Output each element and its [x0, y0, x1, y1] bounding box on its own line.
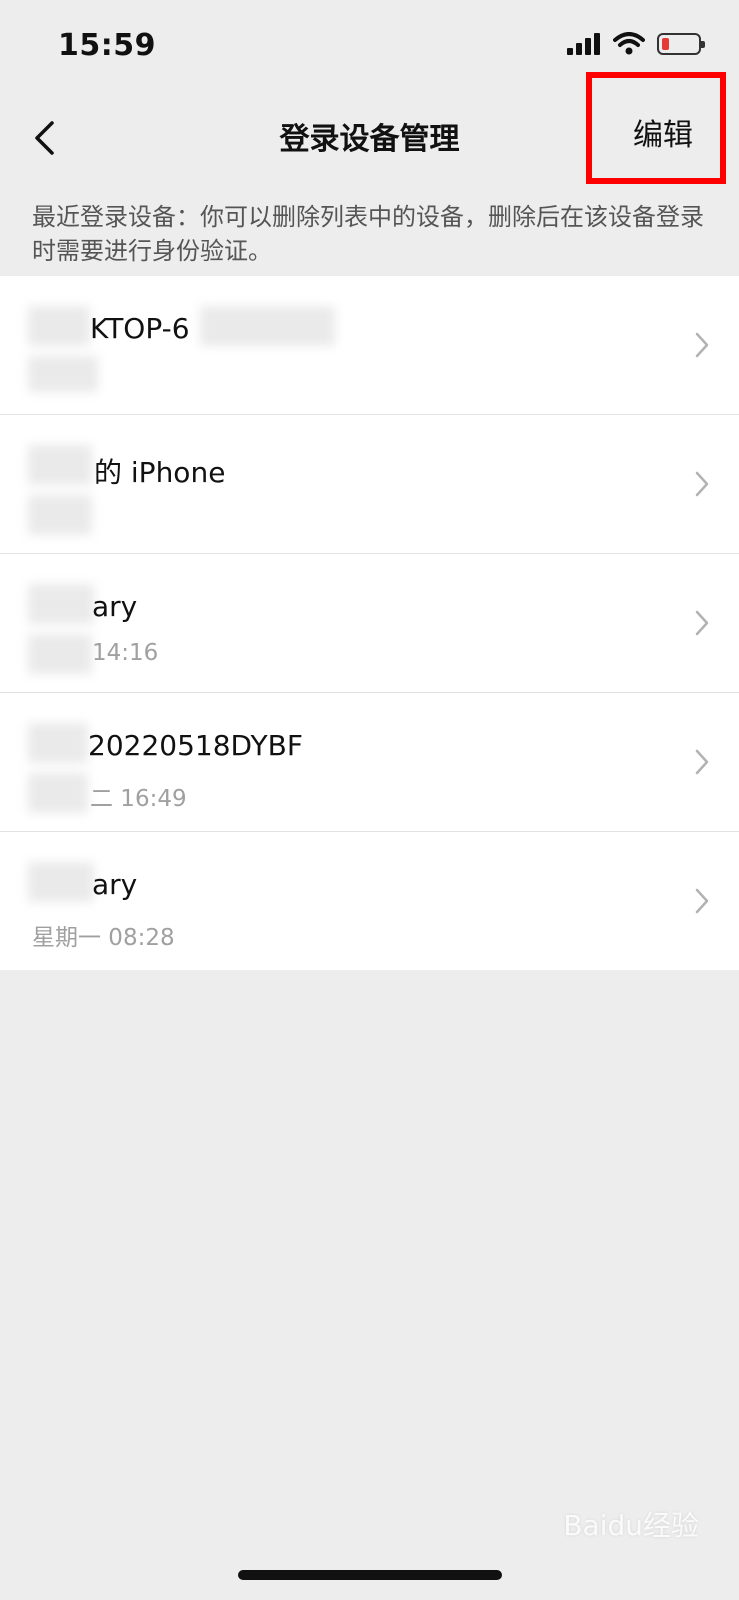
- device-time: 星期一 08:28: [32, 925, 175, 951]
- device-name: 的 iPhone: [94, 456, 226, 489]
- device-list: KTOP-6 的 iPhone ary 14:16 20220518DYBF 二…: [0, 276, 739, 970]
- redaction-blur: [28, 584, 94, 624]
- status-icons: [567, 32, 705, 56]
- redaction-blur: [28, 723, 88, 763]
- status-bar: 15:59: [0, 0, 739, 96]
- page-title: 登录设备管理: [279, 122, 460, 157]
- redaction-blur: [28, 356, 98, 392]
- home-indicator[interactable]: [238, 1570, 502, 1580]
- device-item[interactable]: 的 iPhone: [0, 415, 739, 554]
- chevron-right-icon: [695, 610, 709, 636]
- watermark-logo: Baidu经验: [563, 1509, 699, 1542]
- device-item[interactable]: 20220518DYBF 二 16:49: [0, 693, 739, 832]
- redaction-blur: [28, 862, 94, 902]
- battery-level-fill: [662, 38, 670, 50]
- redaction-blur: [28, 445, 92, 485]
- wifi-icon: [613, 32, 645, 55]
- redaction-blur: [28, 773, 88, 813]
- redaction-blur: [28, 634, 92, 674]
- status-time: 15:59: [58, 28, 156, 63]
- signal-icon: [567, 33, 600, 55]
- chevron-right-icon: [695, 749, 709, 775]
- device-item[interactable]: ary 14:16: [0, 554, 739, 693]
- chevron-right-icon: [695, 471, 709, 497]
- device-name: ary: [92, 868, 138, 901]
- chevron-right-icon: [695, 888, 709, 914]
- description-text: 最近登录设备：你可以删除列表中的设备，删除后在该设备登录时需要进行身份验证。: [32, 203, 704, 265]
- redaction-blur: [200, 306, 335, 346]
- device-name: ary: [92, 590, 138, 623]
- redaction-blur: [28, 306, 90, 346]
- chevron-right-icon: [695, 332, 709, 358]
- device-item[interactable]: ary 星期一 08:28: [0, 832, 739, 970]
- nav-bar: 登录设备管理 编辑: [0, 96, 739, 186]
- battery-icon: [657, 33, 705, 55]
- redaction-blur: [28, 495, 92, 535]
- device-item[interactable]: KTOP-6: [0, 276, 739, 415]
- device-name: KTOP-6: [90, 312, 190, 345]
- edit-button[interactable]: 编辑: [633, 110, 693, 154]
- device-time: 14:16: [92, 640, 159, 666]
- device-name: 20220518DYBF: [88, 729, 303, 762]
- device-time: 二 16:49: [90, 786, 187, 812]
